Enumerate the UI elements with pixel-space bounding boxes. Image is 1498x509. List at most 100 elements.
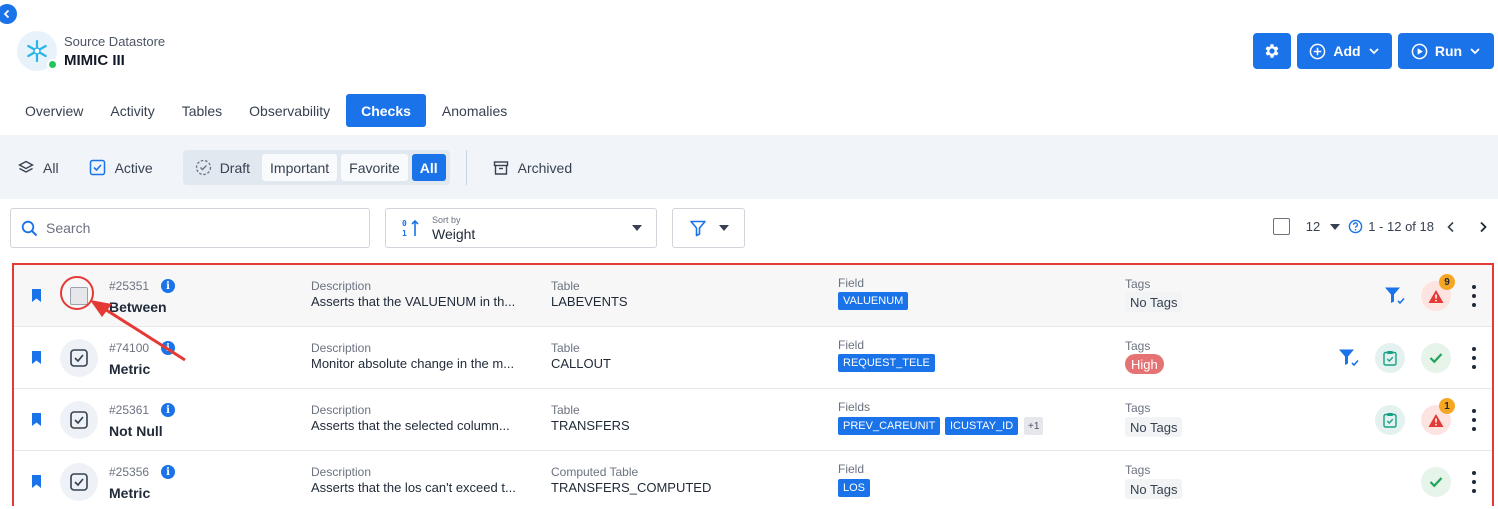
passed-status[interactable] (1421, 467, 1451, 497)
check-id: #25351 (109, 279, 150, 293)
tab-tables[interactable]: Tables (171, 94, 233, 127)
check-type: Not Null (109, 423, 163, 439)
help-circle-icon (1348, 219, 1363, 234)
table-row[interactable]: #25356 i Metric Description Asserts that … (14, 451, 1492, 509)
funnel-icon (689, 220, 706, 237)
run-button-label: Run (1434, 43, 1463, 59)
table-value: CALLOUT (551, 356, 611, 371)
description-label: Description (311, 341, 372, 355)
tab-activity[interactable]: Activity (99, 94, 165, 127)
more-menu-icon[interactable] (1470, 285, 1478, 307)
clipboard-status[interactable] (1375, 343, 1405, 373)
snowflake-icon (27, 39, 47, 63)
caret-down-icon (718, 225, 729, 231)
bookmark-icon[interactable] (31, 351, 42, 364)
tags-value: No Tags (1125, 292, 1183, 312)
bookmark-icon[interactable] (31, 475, 42, 488)
search-input[interactable] (46, 220, 346, 236)
filter-active[interactable]: Active (89, 159, 153, 176)
select-all-checkbox[interactable] (1272, 218, 1290, 235)
more-menu-icon[interactable] (1470, 347, 1478, 369)
clipboard-check-icon (1383, 351, 1397, 366)
field-tag: REQUEST_TELE (838, 354, 935, 372)
filter-draft-all[interactable]: All (411, 154, 446, 181)
passed-status[interactable] (1421, 343, 1451, 373)
table-value: TRANSFERS (551, 418, 630, 433)
tab-observability[interactable]: Observability (238, 94, 341, 127)
description-value: Asserts that the los can't exceed t... (311, 480, 516, 495)
chevron-down-icon (1368, 48, 1379, 55)
svg-text:0: 0 (402, 219, 407, 228)
tab-checks[interactable]: Checks (346, 94, 426, 127)
sort-caption: Sort by (432, 214, 461, 225)
sort-select[interactable]: 0 1 Sort by Weight (385, 208, 657, 248)
more-fields-badge[interactable]: +1 (1024, 417, 1044, 435)
tab-overview[interactable]: Overview (14, 94, 94, 127)
table-row[interactable]: #74100i Metric Description Monitor absol… (14, 327, 1492, 389)
datastore-subtitle: Source Datastore (64, 33, 166, 49)
anomaly-count-badge: 1 (1439, 398, 1455, 414)
clipboard-status[interactable] (1375, 405, 1405, 435)
caret-down-icon (1330, 223, 1341, 230)
settings-button[interactable] (1253, 33, 1291, 69)
svg-text:1: 1 (402, 229, 407, 238)
tag-high: High (1125, 354, 1164, 374)
more-menu-icon[interactable] (1470, 471, 1478, 493)
anomaly-status[interactable]: 9 (1421, 274, 1455, 311)
field-label: Field (838, 276, 865, 290)
sort-value: Weight (432, 225, 476, 242)
filter-button[interactable] (672, 208, 745, 248)
snowflake-logo (17, 31, 58, 71)
checkmark-icon (1429, 477, 1443, 488)
tags-label: Tags (1125, 339, 1151, 353)
tab-anomalies[interactable]: Anomalies (431, 94, 518, 127)
pagination: 12 1 - 12 of 18 (1272, 218, 1488, 235)
anomaly-status[interactable]: 1 (1421, 398, 1455, 435)
description-label: Description (311, 465, 372, 479)
field-tag: PREV_CAREUNIT (838, 417, 941, 435)
sort-numeric-icon: 0 1 (402, 219, 419, 238)
play-circle-icon (1411, 43, 1428, 59)
back-button[interactable] (0, 4, 17, 24)
info-icon[interactable]: i (161, 279, 176, 293)
page-range: 1 - 12 of 18 (1368, 219, 1434, 234)
table-value: LABEVENTS (551, 294, 628, 309)
check-type-icon (60, 463, 98, 501)
bookmark-icon[interactable] (31, 289, 42, 302)
info-icon[interactable]: i (161, 465, 176, 479)
table-label: Table (551, 279, 580, 293)
warning-icon (1428, 289, 1444, 303)
info-icon[interactable]: i (161, 403, 176, 417)
filter-archived-label: Archived (517, 159, 573, 176)
datastore-tabs: Overview Activity Tables Observability C… (14, 94, 523, 127)
filter-draft[interactable]: Draft (187, 154, 258, 181)
filter-favorite[interactable]: Favorite (341, 154, 408, 181)
description-value: Asserts that the VALUENUM in th... (311, 294, 516, 309)
header-actions: Add Run (1253, 33, 1494, 69)
annotation-arrow-icon (90, 300, 186, 362)
run-button[interactable]: Run (1398, 33, 1494, 69)
per-page-value[interactable]: 12 (1306, 219, 1320, 234)
add-button[interactable]: Add (1297, 33, 1392, 69)
chevron-right-icon[interactable] (1478, 221, 1488, 233)
filter-important[interactable]: Important (262, 154, 338, 181)
filter-all-label: All (43, 159, 59, 176)
status-filter-bar: All Active Draft Important Favorite All … (18, 150, 602, 185)
add-button-label: Add (1333, 43, 1361, 59)
warning-icon (1428, 413, 1444, 427)
description-value: Asserts that the selected column... (311, 418, 510, 433)
check-type-icon (60, 401, 98, 439)
filter-all[interactable]: All (18, 160, 59, 176)
filter-archived[interactable]: Archived (493, 160, 572, 176)
chevron-left-icon[interactable] (1446, 221, 1456, 233)
table-row[interactable]: #25361 i Not Null Description Asserts tha… (14, 389, 1492, 451)
check-type: Metric (109, 485, 151, 501)
datastore-title: MIMIC III (64, 51, 125, 69)
filter-check-icon (1339, 349, 1359, 367)
bookmark-icon[interactable] (31, 413, 42, 426)
draft-icon (195, 159, 211, 176)
more-menu-icon[interactable] (1470, 409, 1478, 431)
check-square-icon (70, 411, 88, 429)
table-row[interactable]: #25351 i Between Description Asserts that… (14, 265, 1492, 327)
check-square-icon (70, 473, 88, 491)
